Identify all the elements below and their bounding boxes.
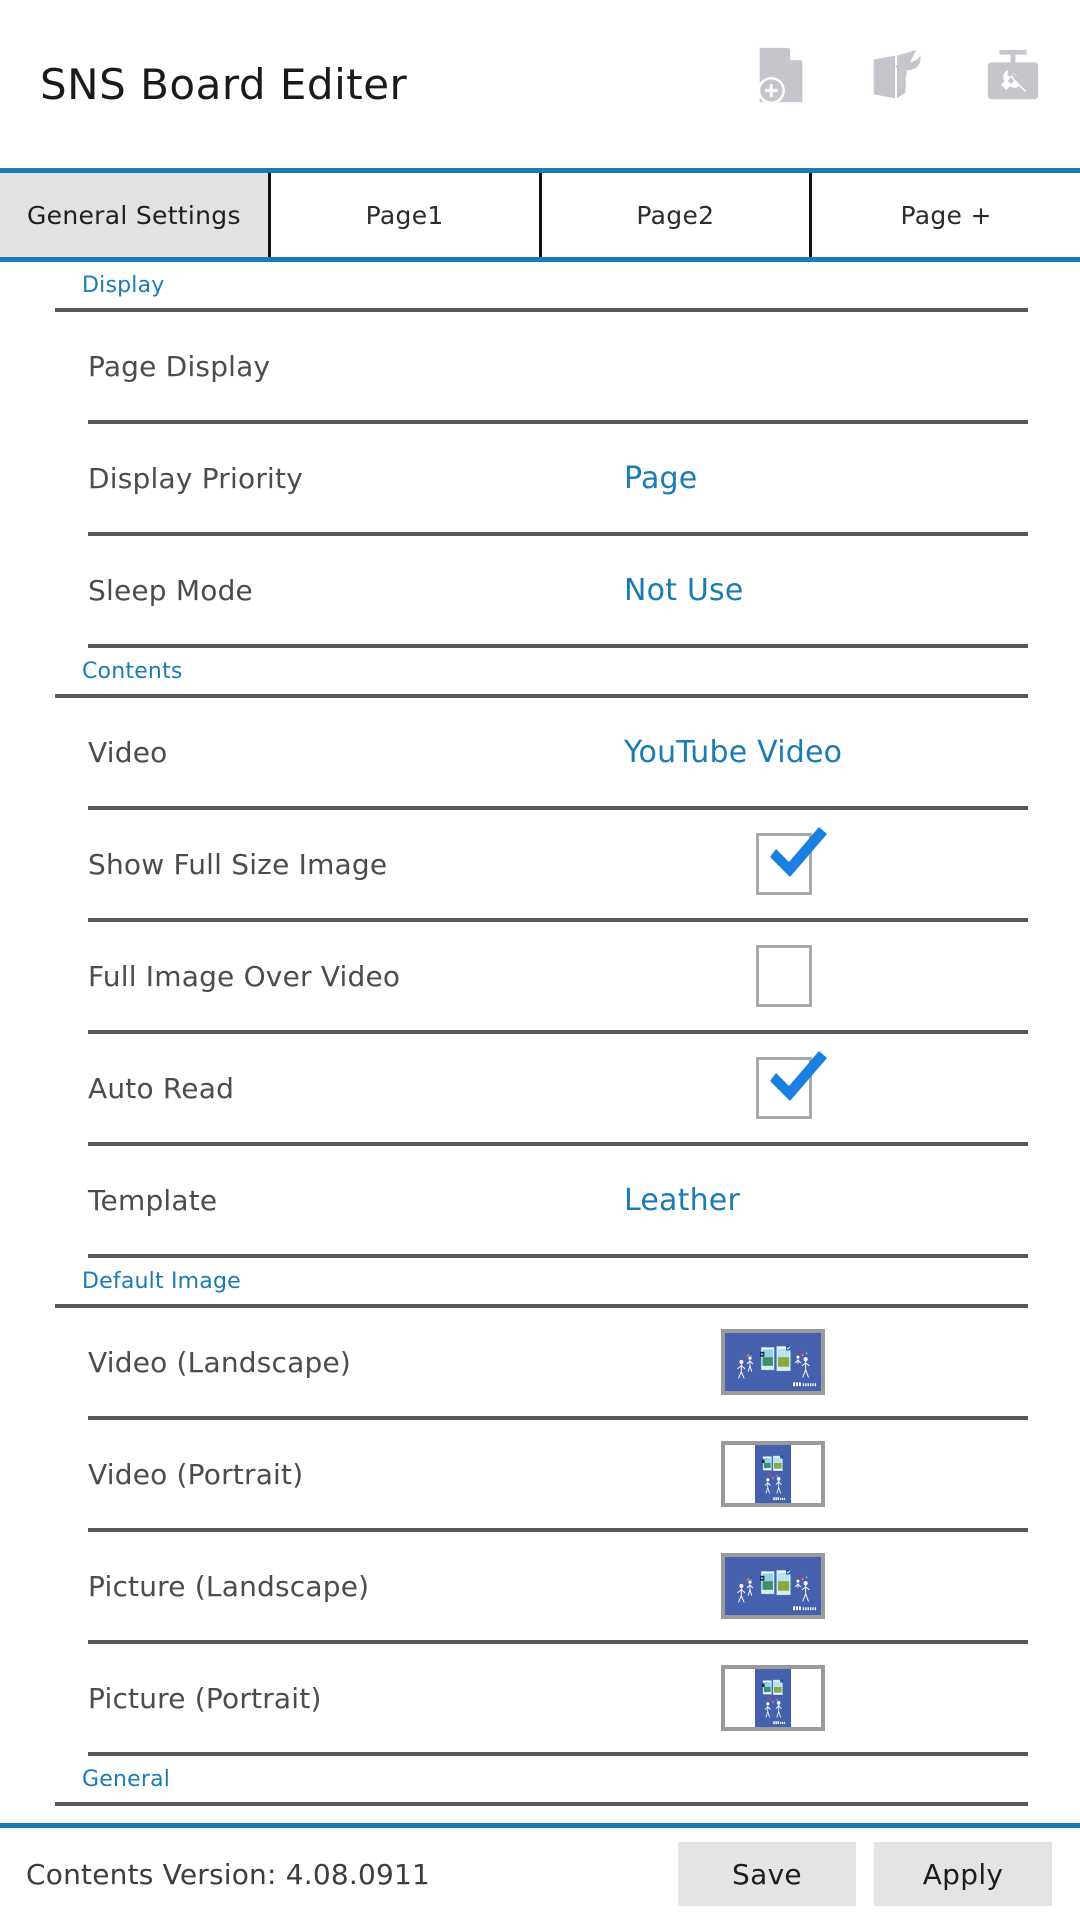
setting-row-picture-landscape[interactable]: Picture (Landscape) [0, 1532, 1080, 1640]
section-header-contents: Contents [0, 648, 1080, 694]
setting-row-video-portrait[interactable]: Video (Portrait) [0, 1420, 1080, 1528]
setting-row-label: Display Priority [88, 461, 303, 495]
tab-bar: General Settings Page1 Page2 Page + [0, 168, 1080, 262]
checkbox-box [756, 1057, 812, 1119]
poster-portrait-strip [754, 1669, 792, 1727]
setting-row-label: Sleep Mode [88, 573, 253, 607]
tab-label: Page1 [365, 200, 444, 230]
poster-image [725, 1669, 821, 1727]
bottom-bar: Contents Version: 4.08.0911 Save Apply [0, 1823, 1080, 1920]
import-book-icon[interactable] [858, 36, 936, 114]
toolbox-icon[interactable] [974, 36, 1052, 114]
apply-button[interactable]: Apply [874, 1842, 1052, 1906]
setting-row-label: Video (Portrait) [88, 1457, 304, 1491]
page-title: SNS Board Editer [40, 59, 408, 109]
setting-row-label: Video [88, 735, 168, 769]
section-title: Contents [82, 658, 183, 684]
setting-row-page-display[interactable]: Page Display [0, 312, 1080, 420]
section-header-display: Display [0, 262, 1080, 308]
tab-label: General Settings [26, 200, 241, 230]
setting-row-show-full-size-image[interactable]: Show Full Size Image [0, 810, 1080, 918]
setting-row-value[interactable]: Page [624, 461, 697, 496]
setting-row-display-priority[interactable]: Display Priority Page [0, 424, 1080, 532]
setting-row-value[interactable]: Leather [624, 1183, 740, 1218]
thumbnail-video-landscape[interactable] [721, 1329, 825, 1395]
new-page-icon[interactable] [742, 36, 820, 114]
poster-image [725, 1445, 821, 1503]
settings-scroll-area[interactable]: Display Page Display Display Priority Page S… [0, 262, 1080, 1823]
app-root: SNS Board Editer General Settings Page1 … [0, 0, 1080, 1920]
setting-row-label: Show Full Size Image [88, 847, 388, 881]
tab-general-settings[interactable]: General Settings [0, 173, 271, 257]
tab-page2[interactable]: Page2 [541, 173, 813, 257]
setting-row-label: Template [88, 1183, 218, 1217]
section-title: Display [82, 272, 165, 298]
section-divider [55, 1802, 1028, 1806]
thumbnail-picture-portrait[interactable] [721, 1665, 825, 1731]
setting-row-label: Auto Read [88, 1071, 235, 1105]
save-button[interactable]: Save [678, 1842, 856, 1906]
tab-label: Page2 [636, 200, 715, 230]
checkbox-show-full-size-image[interactable] [756, 827, 827, 895]
section-header-general: General [0, 1756, 1080, 1802]
checkbox-box [756, 833, 812, 895]
setting-row-video-landscape[interactable]: Video (Landscape) [0, 1308, 1080, 1416]
header-action-group [742, 36, 1052, 114]
tab-label: Page + [900, 200, 992, 230]
setting-row-label: Full Image Over Video [88, 959, 401, 993]
setting-row-label: Video (Landscape) [88, 1345, 352, 1379]
setting-row-template[interactable]: Template Leather [0, 1146, 1080, 1254]
thumbnail-video-portrait[interactable] [721, 1441, 825, 1507]
bottom-button-group: Save Apply [678, 1842, 1052, 1906]
tab-page1[interactable]: Page1 [270, 173, 542, 257]
poster-image [725, 1557, 821, 1615]
checkbox-full-image-over-video[interactable] [756, 945, 812, 1007]
poster-image [725, 1333, 821, 1391]
setting-row-sleep-mode[interactable]: Sleep Mode Not Use [0, 536, 1080, 644]
setting-row-auto-read[interactable]: Auto Read [0, 1034, 1080, 1142]
app-header: SNS Board Editer [0, 0, 1080, 168]
setting-row-full-image-over-video[interactable]: Full Image Over Video [0, 922, 1080, 1030]
setting-row-video[interactable]: Video YouTube Video [0, 698, 1080, 806]
section-header-default-image: Default Image [0, 1258, 1080, 1304]
setting-row-label: Picture (Landscape) [88, 1569, 370, 1603]
tab-page-add[interactable]: Page + [812, 173, 1080, 257]
poster-portrait-strip [754, 1445, 792, 1503]
setting-row-value[interactable]: YouTube Video [624, 735, 842, 770]
section-title: General [82, 1766, 171, 1792]
checkbox-auto-read[interactable] [756, 1051, 827, 1119]
setting-row-label: Page Display [88, 349, 271, 383]
thumbnail-picture-landscape[interactable] [721, 1553, 825, 1619]
settings-list: Display Page Display Display Priority Page S… [0, 262, 1080, 1823]
checkbox-box [756, 945, 812, 1007]
section-title: Default Image [82, 1268, 241, 1294]
setting-row-value[interactable]: Not Use [624, 573, 744, 608]
contents-version-label: Contents Version: 4.08.0911 [26, 1857, 431, 1891]
setting-row-label: Picture (Portrait) [88, 1681, 322, 1715]
setting-row-picture-portrait[interactable]: Picture (Portrait) [0, 1644, 1080, 1752]
